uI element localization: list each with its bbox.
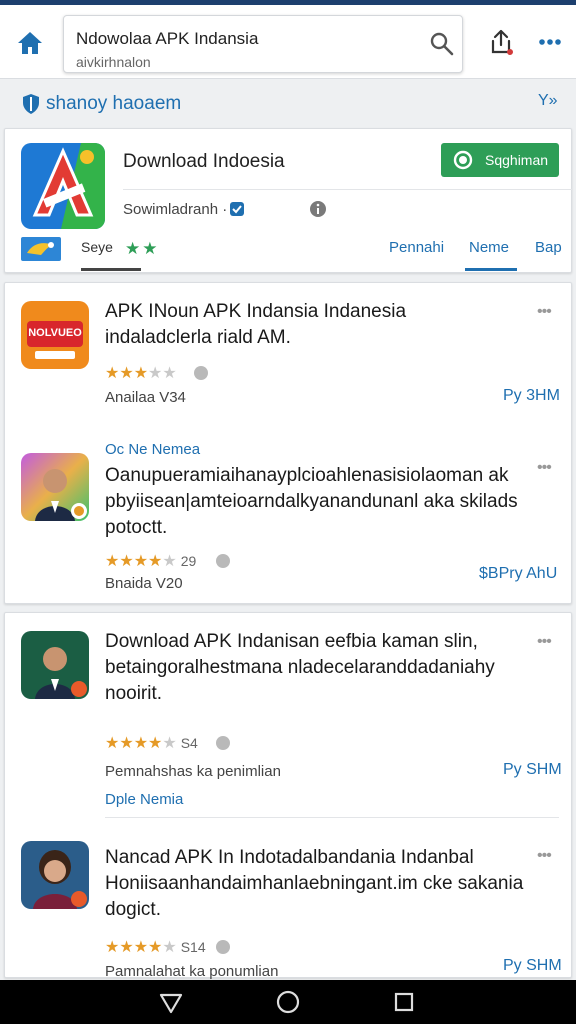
top-bar: Ndowolaa APK Indansia aivkirhnalon (0, 5, 576, 79)
results-card: Download APK Indanisan eefbia kaman slin… (4, 612, 572, 980)
item-title-line: betaingoralhestmana nladecelaranddadania… (105, 657, 495, 678)
item-title-line: Honiisaanhandaimhanlaebningant.im cke sa… (105, 873, 524, 894)
app-title: Download Indoesia (123, 151, 285, 172)
item-rating: ★★★★★ S14 (105, 939, 206, 956)
item-menu-button[interactable]: ••• (537, 459, 559, 476)
bird-icon (21, 237, 61, 261)
item-title-line: pbyiisean|amteioarndalkyanandunanl aka s… (105, 491, 518, 512)
item-menu-button[interactable]: ••• (537, 847, 559, 864)
item-rating: ★★★★★ S4 (105, 735, 198, 752)
info-icon (194, 366, 208, 380)
item-title-line: dogict. (105, 899, 161, 920)
tab-bap[interactable]: Bap (531, 235, 571, 271)
info-icon (216, 554, 230, 568)
divider (123, 189, 573, 190)
item-meta: Bnaida V20 (105, 575, 183, 592)
tab-neme[interactable]: Neme (465, 235, 517, 271)
system-nav-bar (0, 980, 576, 1024)
install-label: Sqghiman (485, 152, 549, 168)
back-icon[interactable] (158, 990, 184, 1016)
more-icon (539, 39, 561, 45)
item-rating: ★★★★★ (105, 365, 177, 382)
item-thumbnail: NOLVUEO (21, 301, 89, 369)
list-item[interactable]: Download APK Indanisan eefbia kaman slin… (5, 613, 571, 821)
item-title-line: nooirit. (105, 683, 163, 704)
item-thumbnail (21, 453, 89, 521)
chat-icon (453, 150, 473, 170)
home-icon (18, 32, 42, 54)
results-card: NOLVUEO APK INoun APK Indansia Indanesia… (4, 282, 572, 604)
item-thumbnail (21, 631, 89, 699)
item-title-line: APK INoun APK Indansia Indanesia (105, 301, 407, 322)
shield-icon (23, 94, 39, 114)
item-title-line: potoctt. (105, 517, 168, 538)
tab-label: Neme (469, 239, 510, 256)
divider (105, 817, 559, 818)
share-button[interactable] (486, 27, 516, 57)
item-menu-button[interactable]: ••• (537, 303, 559, 320)
app-logo (21, 143, 105, 229)
review-count: S4 (180, 735, 198, 751)
item-thumbnail (21, 841, 89, 909)
category-label: shanoy haoaem (46, 93, 182, 114)
item-link[interactable]: Dple Nemia (105, 791, 183, 808)
thumbnail-text: NOLVUEO (28, 327, 82, 339)
share-icon (491, 29, 513, 55)
search-subtitle: aivkirhnalon (76, 54, 151, 70)
item-menu-button[interactable]: ••• (537, 633, 559, 650)
review-count: 29 (180, 553, 197, 569)
list-item[interactable]: Nancad APK In Indotadalbandania Indanbal… (5, 821, 571, 980)
tab-save-label: Seye (81, 239, 113, 255)
item-rating: ★★★★★ 29 (105, 553, 197, 570)
item-meta: Anailaa V34 (105, 389, 186, 406)
home-circle-icon[interactable] (276, 990, 300, 1014)
verified-icon (230, 202, 244, 216)
rating-stars: ★★ (125, 239, 160, 258)
info-icon (216, 940, 230, 954)
more-button[interactable] (536, 31, 564, 53)
list-item[interactable]: Oc Ne Nemea Oanupueramiaihanayplcioahlen… (5, 433, 571, 605)
item-kicker: Oc Ne Nemea (105, 441, 201, 458)
home-button[interactable] (14, 27, 46, 59)
item-title-line: Oanupueramiaihanayplcioahlenasisiolaoman… (105, 465, 509, 486)
developer-name[interactable]: Sowimladranh · (123, 201, 227, 218)
info-icon (216, 736, 230, 750)
app-card: Download Indoesia Sqghiman Sowimladranh … (4, 128, 573, 273)
item-title-line: indaladclerla riald AM. (105, 327, 291, 348)
item-price[interactable]: Py SHM (503, 761, 562, 779)
item-meta: Pemnahshas ka penimlian (105, 763, 281, 780)
item-price[interactable]: Py 3HM (503, 387, 560, 405)
tab-pennahi[interactable]: Pennahi (389, 235, 459, 271)
list-item[interactable]: NOLVUEO APK INoun APK Indansia Indanesia… (5, 283, 571, 433)
item-title-line: Download APK Indanisan eefbia kaman slin… (105, 631, 478, 652)
item-price[interactable]: Py SHM (503, 957, 562, 975)
search-field[interactable]: Ndowolaa APK Indansia aivkirhnalon (63, 15, 463, 73)
recent-apps-icon[interactable] (394, 992, 414, 1012)
search-title: Ndowolaa APK Indansia (76, 29, 259, 48)
item-price[interactable]: $BPry AhU (479, 565, 557, 583)
search-icon[interactable] (428, 30, 456, 58)
expand-chevron[interactable]: Y» (538, 92, 558, 110)
category-bar[interactable]: shanoy haoaem Y» (0, 80, 576, 126)
tab-label: Pennahi (389, 239, 445, 256)
tab-label: Bap (535, 239, 562, 256)
info-icon[interactable] (309, 200, 327, 218)
install-button[interactable]: Sqghiman (441, 143, 559, 177)
item-title-line: Nancad APK In Indotadalbandania Indanbal (105, 847, 474, 868)
item-meta: Pamnalahat ka ponumlian (105, 963, 279, 980)
review-count: S14 (180, 939, 206, 955)
